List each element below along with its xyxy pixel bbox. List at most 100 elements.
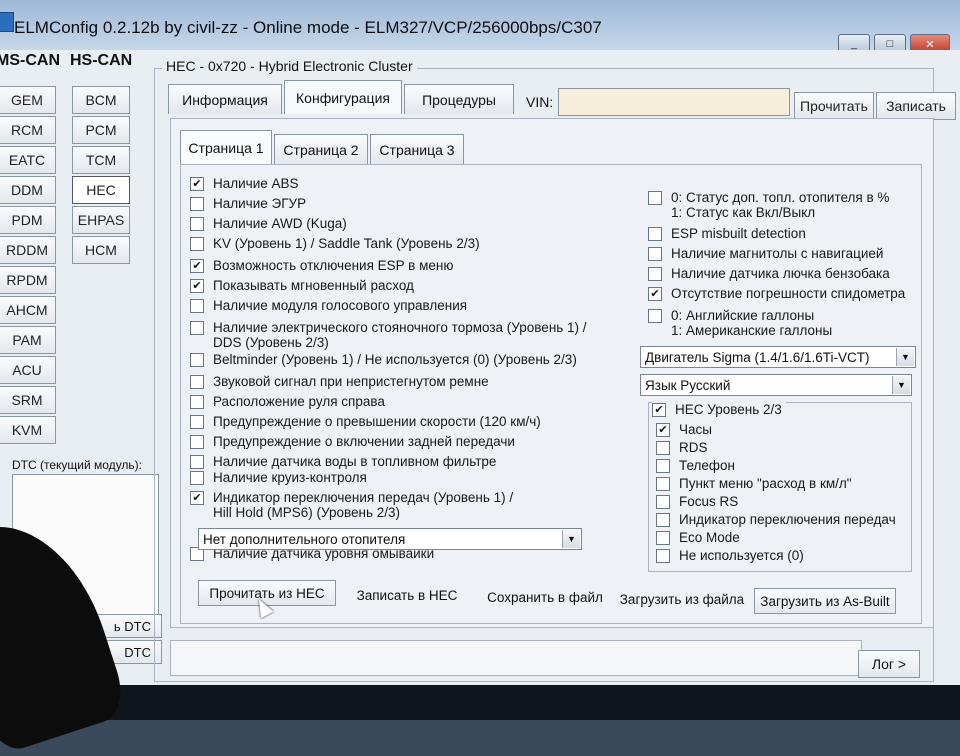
hec-item-4[interactable]: Пункт меню "расход в км/л" (656, 476, 852, 491)
left-option-12[interactable]: Предупреждение о превышении скорости (12… (190, 414, 541, 429)
checkbox[interactable] (648, 191, 662, 205)
engine-dropdown[interactable]: Двигатель Sigma (1.4/1.6/1.6Ti-VCT) ▼ (640, 346, 916, 368)
left-option-16[interactable]: ✔ Индикатор переключения передач (Уровень… (190, 490, 513, 520)
module-button-srm[interactable]: SRM (0, 386, 56, 414)
module-button-ahcm[interactable]: AHCM (0, 296, 56, 324)
left-option-7[interactable]: Наличие модуля голосового управления (190, 298, 467, 313)
left-option-3[interactable]: Наличие AWD (Kuga) (190, 216, 347, 231)
left-option-4[interactable]: KV (Уровень 1) / Saddle Tank (Уровень 2/… (190, 236, 480, 251)
left-option-15[interactable]: Наличие круиз-контроля (190, 470, 367, 485)
checkbox[interactable] (656, 513, 670, 527)
tab-page-2[interactable]: Страница 2 (274, 134, 368, 164)
load-as-built-button[interactable]: Загрузить из As-Built (754, 588, 896, 614)
right-option-5[interactable]: ✔ Отсутствие погрешности спидометра (648, 286, 905, 301)
hec-item-2[interactable]: RDS (656, 440, 708, 455)
checkbox[interactable]: ✔ (190, 279, 204, 293)
checkbox[interactable] (656, 495, 670, 509)
checkbox[interactable] (190, 217, 204, 231)
checkbox[interactable] (190, 455, 204, 469)
chevron-down-icon: ▼ (892, 376, 910, 394)
checkbox[interactable]: ✔ (656, 423, 670, 437)
left-option-13[interactable]: Предупреждение о включении задней переда… (190, 434, 515, 449)
checkbox[interactable]: ✔ (190, 177, 204, 191)
checkbox[interactable] (190, 415, 204, 429)
module-button-pcm[interactable]: PCM (72, 116, 130, 144)
checkbox[interactable] (190, 237, 204, 251)
checkbox[interactable] (656, 459, 670, 473)
module-button-kvm[interactable]: KVM (0, 416, 56, 444)
hec-level-checkbox[interactable]: ✔ HEC Уровень 2/3 (652, 402, 786, 417)
hec-item-5[interactable]: Focus RS (656, 494, 738, 509)
checkbox[interactable] (656, 477, 670, 491)
load-from-file-button[interactable]: Загрузить из файла (614, 586, 750, 612)
checkbox[interactable]: ✔ (648, 287, 662, 301)
module-button-hec[interactable]: HEC (72, 176, 130, 204)
module-button-eatc[interactable]: EATC (0, 146, 56, 174)
tab-page-3[interactable]: Страница 3 (370, 134, 464, 164)
right-option-3[interactable]: Наличие магнитолы с навигацией (648, 246, 883, 261)
log-button[interactable]: Лог > (858, 650, 920, 678)
module-button-pdm[interactable]: PDM (0, 206, 56, 234)
right-option-4[interactable]: Наличие датчика лючка бензобака (648, 266, 890, 281)
checkbox[interactable] (648, 309, 662, 323)
checkbox[interactable] (190, 353, 204, 367)
module-button-gem[interactable]: GEM (0, 86, 56, 114)
left-option-10[interactable]: Звуковой сигнал при непристегнутом ремне (190, 374, 489, 389)
hec-item-6[interactable]: Индикатор переключения передач (656, 512, 896, 527)
checkbox[interactable] (656, 441, 670, 455)
vin-input[interactable] (558, 88, 790, 116)
hec-item-7[interactable]: Eco Mode (656, 530, 740, 545)
left-option-5[interactable]: ✔ Возможность отключения ESP в меню (190, 258, 453, 273)
checkbox[interactable] (190, 435, 204, 449)
module-button-tcm[interactable]: TCM (72, 146, 130, 174)
left-option-14[interactable]: Наличие датчика воды в топливном фильтре (190, 454, 496, 469)
tab-page-1[interactable]: Страница 1 (180, 130, 272, 164)
module-button-rpdm[interactable]: RPDM (0, 266, 56, 294)
left-option-2[interactable]: Наличие ЭГУР (190, 196, 306, 211)
checkbox[interactable] (648, 267, 662, 281)
checkbox[interactable] (656, 549, 670, 563)
right-option-6[interactable]: 0: Английские галлоны 1: Американские гал… (648, 308, 832, 338)
module-button-bcm[interactable]: BCM (72, 86, 130, 114)
module-button-rcm[interactable]: RCM (0, 116, 56, 144)
module-button-pam[interactable]: PAM (0, 326, 56, 354)
checkbox[interactable]: ✔ (652, 403, 666, 417)
left-option-9[interactable]: Beltminder (Уровень 1) / Не используется… (190, 352, 577, 367)
save-to-file-button[interactable]: Сохранить в файл (478, 584, 612, 610)
checkbox[interactable] (190, 471, 204, 485)
write-vin-button[interactable]: Записать (876, 92, 956, 120)
tab-configuration[interactable]: Конфигурация (284, 80, 402, 114)
tab-procedures[interactable]: Процедуры (404, 84, 514, 114)
module-button-hcm[interactable]: HCM (72, 236, 130, 264)
left-option-8[interactable]: Наличие электрического стояночного тормо… (190, 320, 587, 350)
checkbox[interactable] (190, 299, 204, 313)
tab-info[interactable]: Информация (168, 84, 282, 114)
write-to-hec-button[interactable]: Записать в HEC (344, 582, 470, 608)
checkbox[interactable] (648, 227, 662, 241)
left-option-1[interactable]: ✔ Наличие ABS (190, 176, 299, 191)
heater-dropdown[interactable]: Нет дополнительного отопителя ▼ (198, 528, 582, 550)
checkbox[interactable] (656, 531, 670, 545)
option-label: Предупреждение о включении задней переда… (213, 434, 515, 449)
checkbox[interactable] (190, 375, 204, 389)
module-button-ehpas[interactable]: EHPAS (72, 206, 130, 234)
checkbox[interactable] (190, 395, 204, 409)
right-option-2[interactable]: ESP misbuilt detection (648, 226, 806, 241)
checkbox[interactable]: ✔ (190, 259, 204, 273)
module-button-ddm[interactable]: DDM (0, 176, 56, 204)
checkbox[interactable]: ✔ (190, 491, 204, 505)
right-option-1[interactable]: 0: Статус доп. топл. отопителя в % 1: Ста… (648, 190, 889, 220)
checkbox[interactable] (190, 321, 204, 335)
hec-item-1[interactable]: ✔ Часы (656, 422, 712, 437)
read-vin-button[interactable]: Прочитать (794, 92, 874, 120)
left-option-11[interactable]: Расположение руля справа (190, 394, 385, 409)
left-option-6[interactable]: ✔ Показывать мгновенный расход (190, 278, 414, 293)
module-button-rddm[interactable]: RDDM (0, 236, 56, 264)
hec-item-8[interactable]: Не используется (0) (656, 548, 804, 563)
option-label: 0: Английские галлоны (671, 308, 815, 323)
hec-item-3[interactable]: Телефон (656, 458, 735, 473)
checkbox[interactable] (190, 197, 204, 211)
module-button-acu[interactable]: ACU (0, 356, 56, 384)
language-dropdown[interactable]: Язык Русский ▼ (640, 374, 912, 396)
checkbox[interactable] (648, 247, 662, 261)
